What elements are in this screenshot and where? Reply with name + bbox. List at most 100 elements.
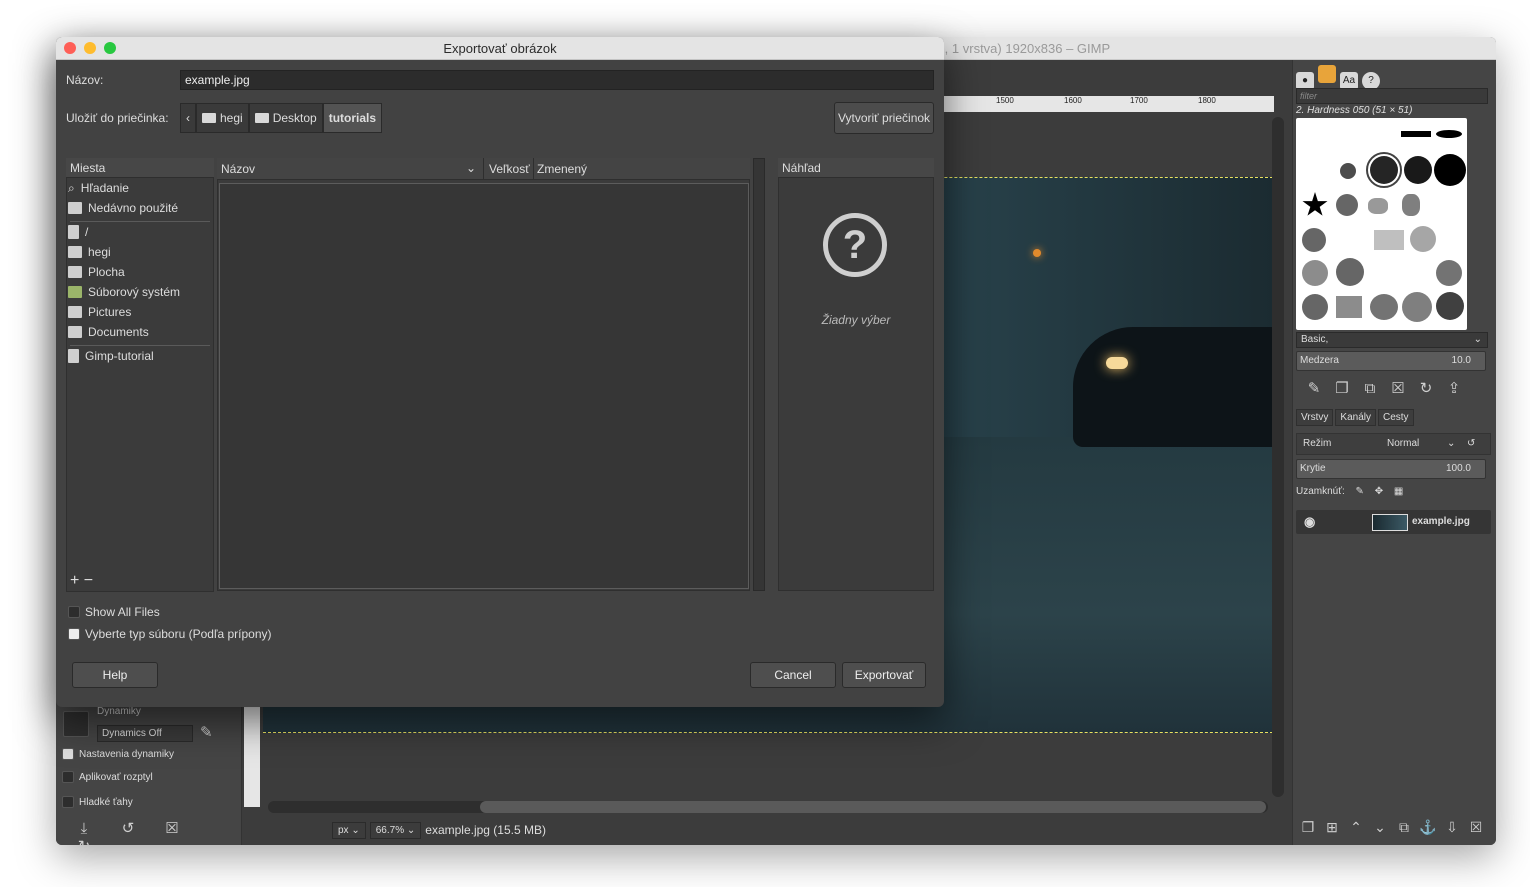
brush-hard[interactable] (1434, 154, 1466, 186)
export-button[interactable]: Exportovať (842, 662, 926, 688)
apply-jitter-checkbox[interactable]: Aplikovať rozptyl (62, 771, 153, 783)
duplicate-layer-icon[interactable]: ⧉ (1392, 819, 1416, 836)
opacity-slider[interactable]: Krytie 100.0 (1296, 459, 1486, 479)
column-modified[interactable]: Zmenený (537, 162, 587, 176)
delete-options-icon[interactable]: ☒ (150, 819, 194, 837)
brush-texture[interactable] (1370, 294, 1398, 320)
brush-texture[interactable] (1436, 292, 1464, 320)
checkbox[interactable] (62, 796, 74, 808)
checkbox[interactable] (68, 606, 80, 618)
breadcrumb-back-button[interactable]: ‹ (180, 103, 196, 133)
layer-mode-row[interactable]: Režim Normal ⌄ ↺ (1296, 433, 1491, 455)
breadcrumb-desktop[interactable]: Desktop (248, 103, 323, 133)
breadcrumb-tutorials[interactable]: tutorials (322, 103, 383, 133)
anchor-icon[interactable]: ⚓ (1416, 819, 1440, 836)
file-type-expander[interactable]: Vyberte typ súboru (Podľa prípony) (68, 627, 272, 641)
brush-texture[interactable] (1302, 260, 1328, 286)
smooth-stroke-checkbox[interactable]: Hladké ťahy (62, 796, 133, 808)
brush-grid[interactable] (1296, 118, 1467, 330)
brush-splatter[interactable] (1368, 198, 1388, 214)
help-button[interactable]: Help (72, 662, 158, 688)
new-group-icon[interactable]: ⊞ (1320, 819, 1344, 836)
patterns-tab-icon[interactable] (1318, 65, 1336, 83)
zoom-select[interactable]: 66.7% ⌄ (369, 821, 422, 839)
file-list-scrollbar[interactable] (753, 158, 765, 591)
breadcrumb-hegi[interactable]: hegi (196, 103, 249, 133)
brush-texture[interactable] (1374, 230, 1404, 250)
unit-select[interactable]: px ⌄ (332, 821, 366, 839)
show-all-files-checkbox[interactable]: Show All Files (68, 605, 160, 619)
checkbox[interactable] (62, 771, 74, 783)
place-filesystem[interactable]: Súborový systém (68, 283, 180, 301)
dynamics-icon[interactable] (63, 711, 89, 737)
horizontal-scroll-thumb[interactable] (480, 801, 1266, 813)
delete-layer-icon[interactable]: ☒ (1464, 819, 1488, 836)
brush-selected[interactable] (1366, 152, 1402, 188)
delete-brush-icon[interactable]: ☒ (1384, 379, 1412, 397)
brush-block-2[interactable] (1436, 130, 1462, 138)
brush-filter-input[interactable]: filter (1296, 88, 1488, 104)
lower-layer-icon[interactable]: ⌄ (1368, 819, 1392, 836)
remove-bookmark-icon[interactable]: − (84, 572, 93, 589)
cancel-button[interactable]: Cancel (750, 662, 836, 688)
place-root[interactable]: / (68, 223, 88, 241)
reset-options-icon[interactable]: ↻ (62, 837, 106, 845)
brush-texture[interactable] (1302, 294, 1328, 320)
brush-texture[interactable] (1336, 296, 1362, 318)
place-desktop[interactable]: Plocha (68, 263, 125, 281)
brush-texture[interactable] (1302, 228, 1326, 252)
dynamics-select[interactable]: Dynamics Off (97, 725, 193, 742)
brush-splatter[interactable] (1402, 194, 1420, 216)
edit-brush-icon[interactable]: ✎ (1300, 379, 1328, 397)
merge-layer-icon[interactable]: ⇩ (1440, 819, 1464, 836)
close-button[interactable] (64, 42, 76, 54)
refresh-brushes-icon[interactable]: ↻ (1412, 379, 1440, 397)
lock-alpha-icon[interactable]: ▦ (1394, 486, 1403, 497)
spacing-slider[interactable]: Medzera 10.0 (1296, 351, 1486, 371)
zoom-button[interactable] (104, 42, 116, 54)
edit-dynamics-icon[interactable]: ✎ (200, 723, 213, 741)
brush-texture[interactable] (1410, 226, 1436, 252)
chevron-down-icon[interactable]: ⌄ (466, 161, 476, 175)
place-gimp-tutorial[interactable]: Gimp-tutorial (68, 347, 154, 365)
vertical-scrollbar[interactable] (1272, 117, 1284, 797)
duplicate-brush-icon[interactable]: ⧉ (1356, 380, 1384, 397)
chevron-down-icon: ⌄ (1447, 438, 1456, 449)
brush-splatter[interactable] (1336, 194, 1358, 216)
add-bookmark-icon[interactable]: + (70, 572, 79, 589)
brush-preset-select[interactable]: Basic, ⌄ (1296, 332, 1488, 348)
place-hegi[interactable]: hegi (68, 243, 111, 261)
brush-soft[interactable] (1340, 163, 1356, 179)
tab-channels[interactable]: Kanály (1335, 409, 1376, 426)
restore-options-icon[interactable]: ↺ (106, 819, 150, 837)
place-recent[interactable]: Nedávno použité (68, 199, 178, 217)
new-brush-icon[interactable]: ❐ (1328, 379, 1356, 397)
lock-pixels-icon[interactable]: ✎ (1356, 486, 1364, 497)
brush-texture[interactable] (1336, 258, 1364, 286)
open-as-image-icon[interactable]: ⇪ (1440, 379, 1468, 397)
minimize-button[interactable] (84, 42, 96, 54)
brush-texture[interactable] (1436, 260, 1462, 286)
raise-layer-icon[interactable]: ⌃ (1344, 819, 1368, 836)
dynamics-options-expander[interactable]: Nastavenia dynamiky (62, 748, 174, 760)
place-documents[interactable]: Documents (68, 323, 149, 341)
brush-block[interactable] (1401, 131, 1431, 137)
column-name[interactable]: Názov (221, 162, 255, 176)
save-options-icon[interactable]: ⤓ (62, 820, 106, 837)
lock-position-icon[interactable]: ✥ (1375, 486, 1383, 497)
new-layer-icon[interactable]: ❐ (1296, 819, 1320, 836)
place-pictures[interactable]: Pictures (68, 303, 131, 321)
eye-icon[interactable]: ◉ (1304, 510, 1315, 534)
tab-layers[interactable]: Vrstvy (1296, 409, 1334, 426)
place-search[interactable]: ⌕ Hľadanie (68, 179, 129, 197)
brush-texture[interactable] (1402, 292, 1432, 322)
folder-icon (68, 266, 82, 278)
brush-medium[interactable] (1404, 156, 1432, 184)
tab-paths[interactable]: Cesty (1378, 409, 1414, 426)
filename-input[interactable]: example.jpg (180, 70, 934, 90)
reset-mode-icon[interactable]: ↺ (1467, 434, 1475, 454)
brush-star[interactable] (1302, 192, 1328, 216)
column-size[interactable]: Veľkosť (489, 162, 530, 176)
create-folder-button[interactable]: Vytvoriť priečinok (834, 102, 934, 134)
file-list[interactable] (219, 183, 749, 589)
